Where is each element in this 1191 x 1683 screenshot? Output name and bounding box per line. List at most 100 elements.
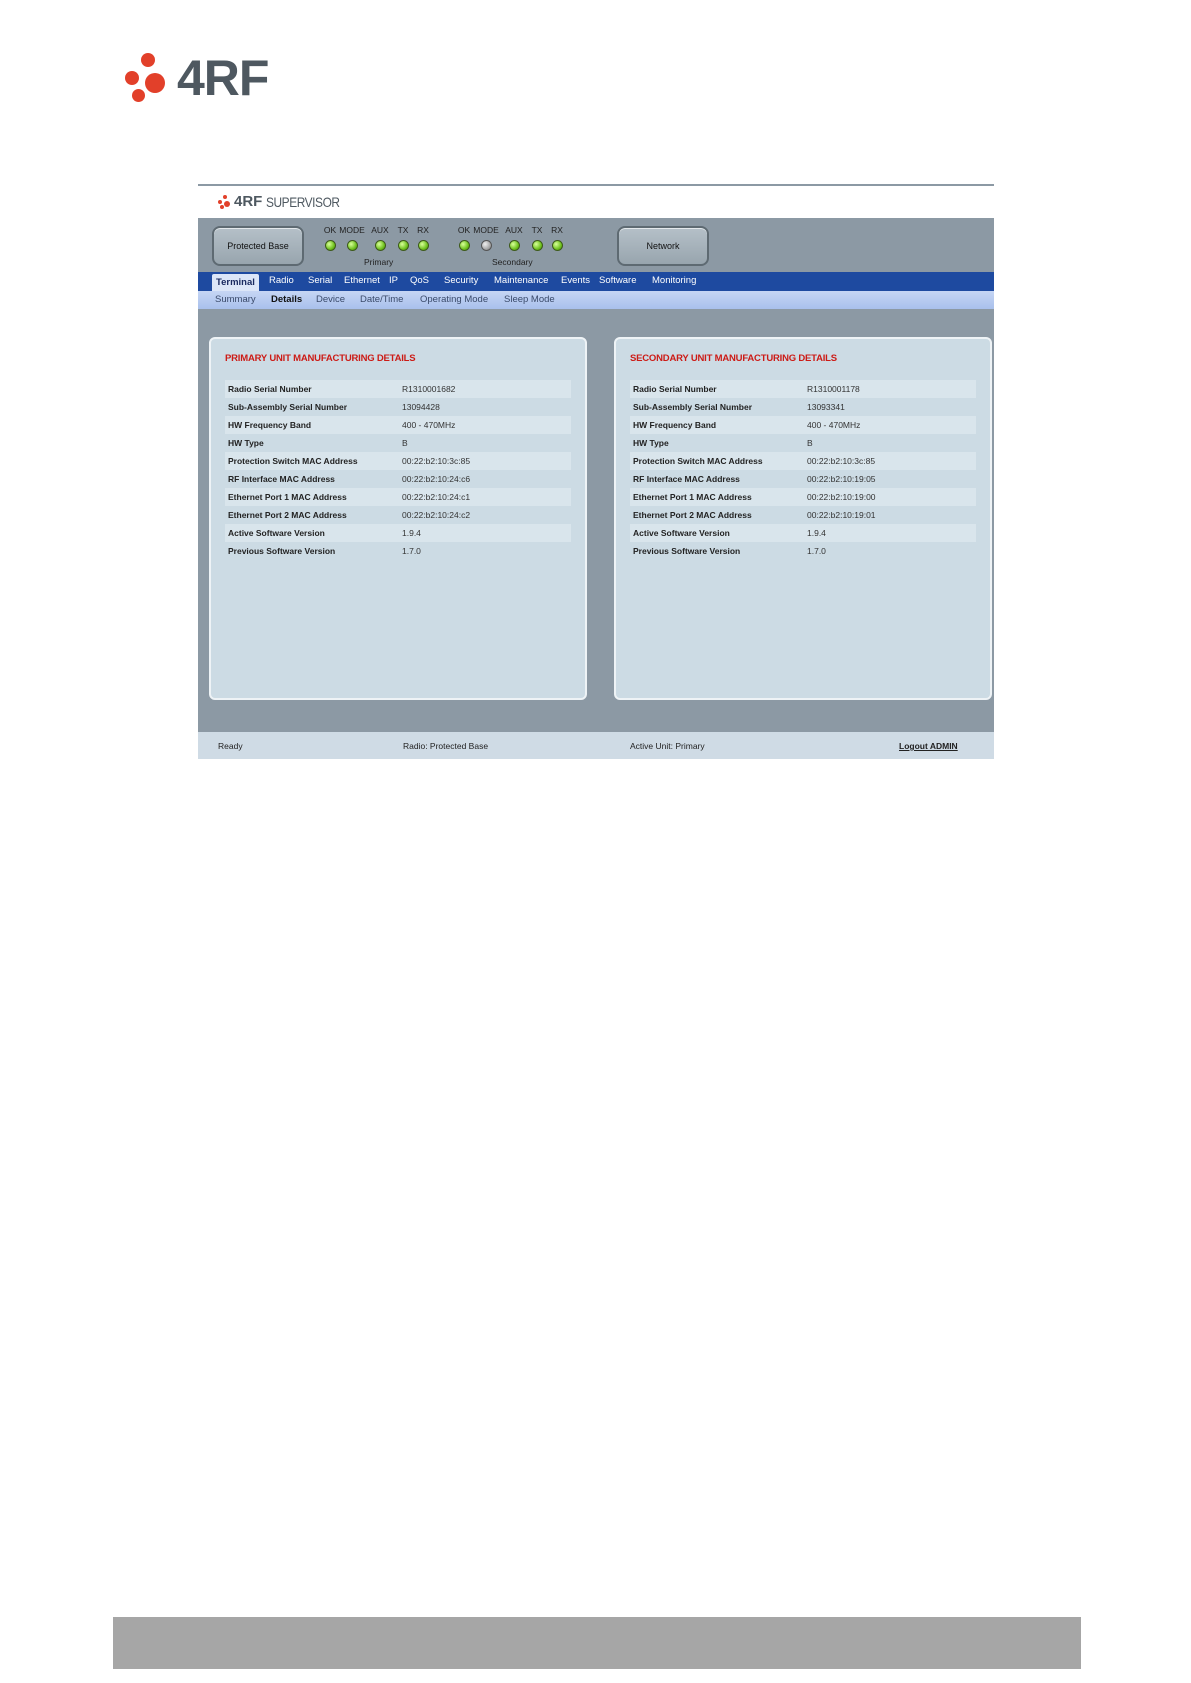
subtab-details[interactable]: Details xyxy=(271,294,302,305)
status-led-icon xyxy=(374,240,386,251)
row-value: 00:22:b2:10:19:01 xyxy=(807,510,876,520)
table-row: Sub-Assembly Serial Number 13094428 xyxy=(225,398,571,416)
status-led-icon xyxy=(417,240,429,251)
secondary-led-rx: RX xyxy=(543,225,571,251)
primary-led-label: MODE xyxy=(339,225,365,235)
tab-events[interactable]: Events xyxy=(561,275,590,286)
primary-label: Primary xyxy=(364,257,394,267)
table-row: Previous Software Version 1.7.0 xyxy=(225,542,571,560)
row-label: Ethernet Port 2 MAC Address xyxy=(633,510,752,520)
row-value: 13093341 xyxy=(807,402,845,412)
product-name: SUPERVISOR xyxy=(266,194,340,210)
status-led-icon xyxy=(346,240,358,251)
row-value: 00:22:b2:10:19:05 xyxy=(807,474,876,484)
protected-base-button[interactable]: Protected Base xyxy=(212,226,304,266)
row-value: 1.9.4 xyxy=(402,528,421,538)
row-value: B xyxy=(402,438,408,448)
tab-qos[interactable]: QoS xyxy=(410,275,429,286)
secondary-details-panel: SECONDARY UNIT MANUFACTURING DETAILS Rad… xyxy=(614,337,992,700)
footer-status: Ready xyxy=(218,741,243,751)
footer-active-unit: Active Unit: Primary xyxy=(630,741,705,751)
footer-radio: Radio: Protected Base xyxy=(403,741,489,751)
primary-led-mode: MODE xyxy=(338,225,366,251)
status-led-icon xyxy=(458,240,470,251)
status-led-icon xyxy=(551,240,563,251)
primary-details-panel: PRIMARY UNIT MANUFACTURING DETAILS Radio… xyxy=(209,337,587,700)
main-nav: Terminal Radio Serial Ethernet IP QoS Security… xyxy=(198,272,994,291)
row-value: 1.7.0 xyxy=(402,546,421,556)
row-label: RF Interface MAC Address xyxy=(228,474,335,484)
row-label: Active Software Version xyxy=(228,528,325,538)
row-label: HW Frequency Band xyxy=(633,420,717,430)
table-row: HW Frequency Band 400 - 470MHz xyxy=(225,416,571,434)
network-button[interactable]: Network xyxy=(617,226,709,266)
row-label: Protection Switch MAC Address xyxy=(228,456,358,466)
status-bar: Protected Base OK MODE AUX TX RX Primary OK M… xyxy=(198,218,994,272)
primary-panel-title: PRIMARY UNIT MANUFACTURING DETAILS xyxy=(225,353,416,364)
subtab-sleep-mode[interactable]: Sleep Mode xyxy=(504,294,555,305)
secondary-label: Secondary xyxy=(492,257,533,267)
status-led-icon xyxy=(480,240,492,251)
table-row: Radio Serial Number R1310001682 xyxy=(225,380,571,398)
row-label: Ethernet Port 1 MAC Address xyxy=(633,492,752,502)
table-row: HW Type B xyxy=(630,434,976,452)
tab-monitoring[interactable]: Monitoring xyxy=(652,275,696,286)
secondary-led-label: MODE xyxy=(473,225,499,235)
status-led-icon xyxy=(508,240,520,251)
tab-software[interactable]: Software xyxy=(599,275,637,286)
row-value: 13094428 xyxy=(402,402,440,412)
footer-status-bar: Ready Radio: Protected Base Active Unit:… xyxy=(198,732,994,759)
status-led-icon xyxy=(397,240,409,251)
subtab-summary[interactable]: Summary xyxy=(215,294,256,305)
table-row: Sub-Assembly Serial Number 13093341 xyxy=(630,398,976,416)
row-label: Radio Serial Number xyxy=(633,384,717,394)
tab-terminal[interactable]: Terminal xyxy=(212,274,259,291)
secondary-led-label: RX xyxy=(551,225,563,235)
row-value: 400 - 470MHz xyxy=(807,420,861,430)
table-row: Ethernet Port 1 MAC Address 00:22:b2:10:1… xyxy=(630,488,976,506)
row-value: 1.7.0 xyxy=(807,546,826,556)
document-logo: 4RF xyxy=(123,50,269,106)
row-label: Ethernet Port 2 MAC Address xyxy=(228,510,347,520)
row-label: Protection Switch MAC Address xyxy=(633,456,763,466)
tab-ethernet[interactable]: Ethernet xyxy=(344,275,380,286)
subtab-device[interactable]: Device xyxy=(316,294,345,305)
row-label: HW Type xyxy=(228,438,264,448)
logout-link[interactable]: Logout ADMIN xyxy=(899,741,958,751)
tab-ip[interactable]: IP xyxy=(389,275,398,286)
table-row: Active Software Version 1.9.4 xyxy=(225,524,571,542)
tab-security[interactable]: Security xyxy=(444,275,478,286)
row-label: Radio Serial Number xyxy=(228,384,312,394)
document-logo-text: 4RF xyxy=(177,50,269,106)
row-label: HW Type xyxy=(633,438,669,448)
app-logo-mark-icon xyxy=(218,195,232,209)
row-value: B xyxy=(807,438,813,448)
page-footer-bar xyxy=(113,1617,1081,1669)
table-row: Ethernet Port 1 MAC Address 00:22:b2:10:2… xyxy=(225,488,571,506)
row-value: R1310001178 xyxy=(807,384,860,394)
secondary-panel-title: SECONDARY UNIT MANUFACTURING DETAILS xyxy=(630,353,837,364)
row-value: 00:22:b2:10:19:00 xyxy=(807,492,876,502)
row-label: RF Interface MAC Address xyxy=(633,474,740,484)
tab-maintenance[interactable]: Maintenance xyxy=(494,275,548,286)
table-row: HW Frequency Band 400 - 470MHz xyxy=(630,416,976,434)
row-value: 00:22:b2:10:24:c1 xyxy=(402,492,471,502)
secondary-details-table: Radio Serial Number R1310001178 Sub-Assemb… xyxy=(630,380,976,560)
row-value: 400 - 470MHz xyxy=(402,420,456,430)
tab-serial[interactable]: Serial xyxy=(308,275,332,286)
row-label: HW Frequency Band xyxy=(228,420,312,430)
table-row: HW Type B xyxy=(225,434,571,452)
primary-led-label: RX xyxy=(417,225,429,235)
row-value: R1310001682 xyxy=(402,384,456,394)
subtab-operating-mode[interactable]: Operating Mode xyxy=(420,294,488,305)
row-value: 00:22:b2:10:24:c2 xyxy=(402,510,471,520)
table-row: Previous Software Version 1.7.0 xyxy=(630,542,976,560)
primary-details-table: Radio Serial Number R1310001682 Sub-Assemb… xyxy=(225,380,571,560)
secondary-led-mode: MODE xyxy=(472,225,500,251)
logo-mark-icon xyxy=(123,53,173,103)
subtab-date-time[interactable]: Date/Time xyxy=(360,294,403,305)
primary-led-rx: RX xyxy=(409,225,437,251)
row-label: Previous Software Version xyxy=(228,546,336,556)
tab-radio[interactable]: Radio xyxy=(269,275,294,286)
row-value: 1.9.4 xyxy=(807,528,826,538)
